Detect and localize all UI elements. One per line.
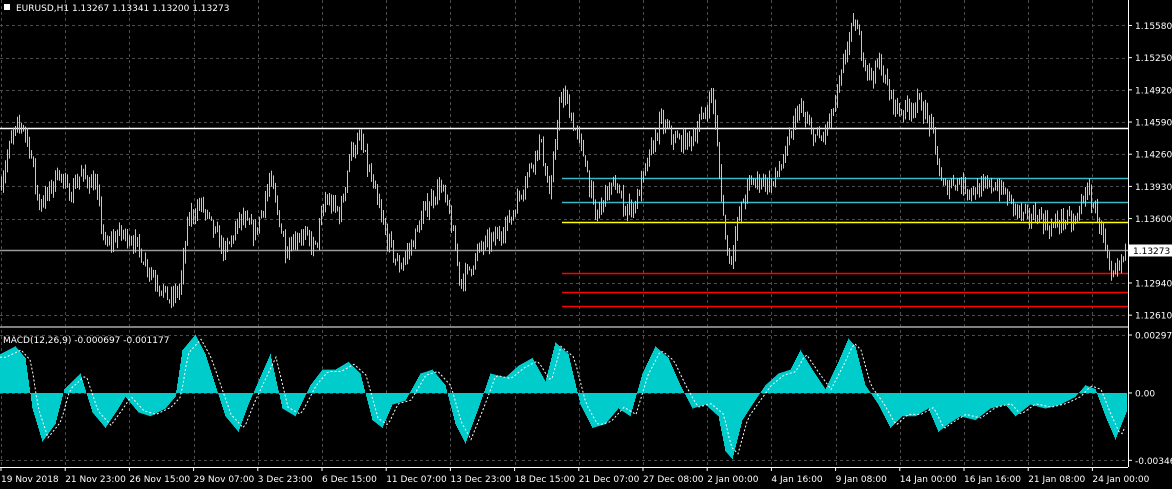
symbol-marker	[4, 4, 10, 10]
chart-window: 1.15580 1.15250 1.14920 1.14590 1.14260 1.139…	[0, 0, 1172, 489]
macd-tick-label: -0.003463	[1135, 457, 1172, 467]
time-tick-label: 26 Nov 15:00	[129, 475, 190, 485]
time-tick-label: 21 Jan 08:00	[1028, 475, 1085, 485]
price-tick-label: 1.13930	[1135, 183, 1172, 193]
time-tick-label: 18 Dec 15:00	[515, 475, 576, 485]
time-tick-label: 6 Dec 15:00	[322, 475, 377, 485]
time-tick-label: 29 Nov 07:00	[194, 475, 255, 485]
time-tick-label: 13 Dec 23:00	[450, 475, 511, 485]
price-tick-label: 1.12940	[1135, 279, 1172, 289]
price-tick-label: 1.14920	[1135, 86, 1172, 96]
price-tick-label: 1.15580	[1135, 22, 1172, 32]
time-tick-label: 21 Nov 23:00	[65, 475, 126, 485]
time-tick-label: 14 Jan 00:00	[900, 475, 957, 485]
price-tick-label: 1.14590	[1135, 119, 1172, 129]
time-tick-label: 19 Nov 2018	[1, 475, 59, 485]
macd-title: MACD(12,26,9) -0.000697 -0.001177	[3, 336, 169, 346]
price-tick-label: 1.12610	[1135, 312, 1172, 322]
time-tick-label: 9 Jan 08:00	[836, 475, 888, 485]
price-tick-label: 1.13600	[1135, 215, 1172, 225]
time-tick-label: 24 Jan 00:00	[1092, 475, 1149, 485]
last-price-label: 1.13273	[1133, 247, 1170, 257]
time-tick-label: 11 Dec 07:00	[386, 475, 447, 485]
time-tick-label: 27 Dec 08:00	[643, 475, 704, 485]
price-tick-label: 1.15250	[1135, 54, 1172, 64]
time-tick-label: 3 Dec 23:00	[258, 475, 313, 485]
time-tick-label: 21 Dec 07:00	[579, 475, 640, 485]
price-tick-label: 1.14260	[1135, 151, 1172, 161]
chart-title: EURUSD,H1 1.13267 1.13341 1.13200 1.1327…	[16, 4, 229, 14]
macd-tick-label: 0.002979	[1135, 332, 1172, 342]
time-tick-label: 2 Jan 00:00	[707, 475, 759, 485]
time-tick-label: 4 Jan 16:00	[771, 475, 823, 485]
macd-tick-label: 0.00	[1135, 389, 1155, 399]
time-tick-label: 16 Jan 16:00	[964, 475, 1021, 485]
